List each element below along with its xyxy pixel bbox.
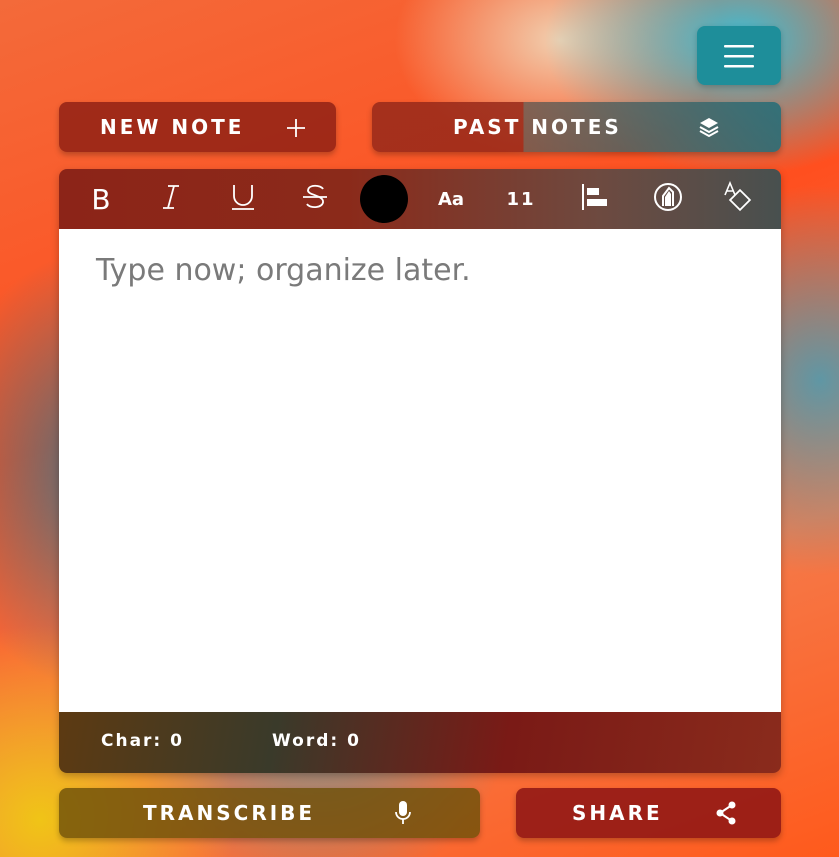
new-note-label: NEW NOTE (100, 115, 245, 139)
font-size-button[interactable]: 11 (501, 169, 541, 229)
status-bar: Char: 0 Word: 0 (59, 712, 781, 773)
align-button[interactable] (575, 169, 615, 229)
underline-icon (231, 183, 255, 215)
note-editor: B Aa 11 Type now; organize later. Char: … (59, 169, 781, 773)
highlight-button[interactable] (648, 169, 688, 229)
underline-button[interactable] (223, 169, 263, 229)
microphone-icon (393, 800, 413, 826)
transcribe-label: TRANSCRIBE (143, 801, 316, 825)
italic-icon (161, 184, 181, 214)
share-button[interactable]: SHARE (516, 788, 781, 838)
bold-button[interactable]: B (81, 169, 121, 229)
font-family-button[interactable]: Aa (431, 169, 471, 229)
hamburger-menu-icon (724, 44, 754, 67)
share-icon (714, 801, 738, 825)
word-count: Word: 0 (272, 731, 361, 751)
color-swatch (360, 175, 408, 223)
formatting-toolbar: B Aa 11 (59, 169, 781, 229)
past-notes-label: PAST NOTES (453, 115, 622, 139)
new-note-button[interactable]: NEW NOTE (59, 102, 336, 152)
clear-formatting-button[interactable] (719, 169, 759, 229)
note-text-area[interactable]: Type now; organize later. (59, 229, 781, 712)
highlighter-icon (653, 182, 683, 216)
plus-icon (285, 117, 307, 139)
strikethrough-button[interactable] (295, 169, 335, 229)
bold-icon: B (91, 182, 111, 216)
transcribe-button[interactable]: TRANSCRIBE (59, 788, 480, 838)
font-size-value: 11 (506, 188, 536, 210)
past-notes-button[interactable]: PAST NOTES (372, 102, 781, 152)
eraser-shapes-icon (723, 180, 755, 217)
italic-button[interactable] (151, 169, 191, 229)
strikethrough-icon (302, 183, 328, 215)
note-placeholder: Type now; organize later. (96, 253, 471, 288)
font-label: Aa (437, 188, 465, 210)
share-label: SHARE (572, 801, 663, 825)
text-color-button[interactable] (359, 169, 409, 229)
menu-button[interactable] (697, 26, 781, 85)
layers-icon (697, 115, 721, 139)
char-count: Char: 0 (101, 731, 184, 751)
align-left-icon (581, 183, 609, 215)
